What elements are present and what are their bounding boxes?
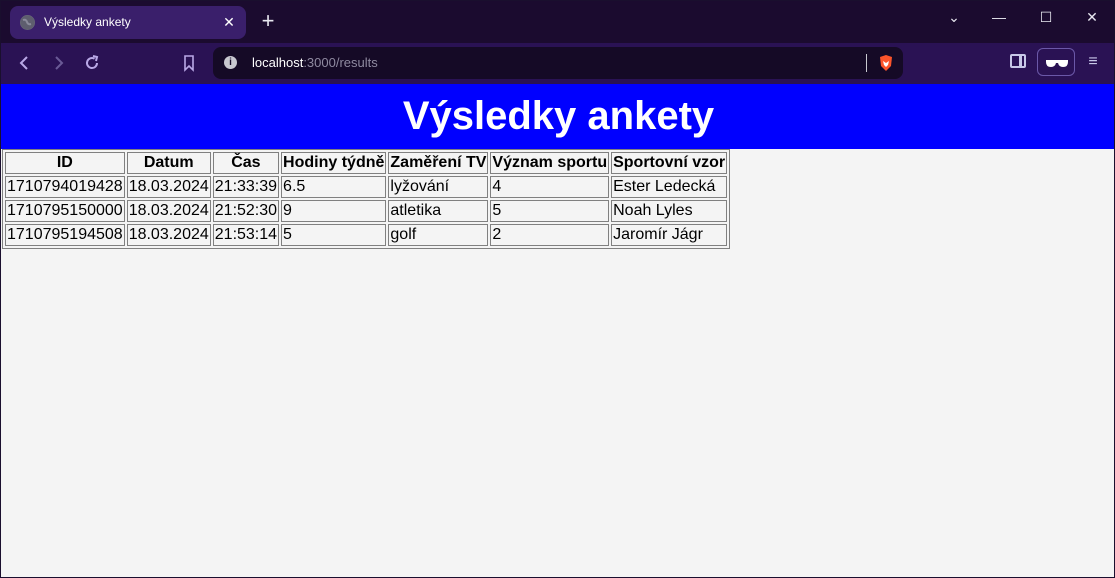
- col-header-vzor: Sportovní vzor: [611, 152, 728, 174]
- globe-icon: [20, 15, 35, 30]
- menu-icon[interactable]: ≡: [1085, 53, 1101, 71]
- cell-hodiny: 9: [281, 200, 387, 222]
- brave-shields-icon[interactable]: [878, 54, 894, 72]
- address-toolbar: i localhost:3000/results: [1, 43, 1114, 84]
- col-header-vyznam: Význam sportu: [490, 152, 610, 174]
- back-button[interactable]: [15, 53, 35, 73]
- cell-cas: 21:52:30: [212, 200, 280, 222]
- table-header-row: ID Datum Čas Hodiny týdně Zaměření TV Vý…: [5, 152, 728, 174]
- cell-datum: 18.03.2024: [126, 176, 211, 198]
- tab-vysledky[interactable]: Výsledky ankety ✕: [10, 6, 246, 39]
- cell-hodiny: 5: [281, 224, 387, 246]
- cell-zamereni: golf: [388, 224, 489, 246]
- page-title: Výsledky ankety: [402, 94, 715, 138]
- cell-datum: 18.03.2024: [126, 224, 211, 246]
- glasses-icon: [1046, 60, 1068, 67]
- forward-button[interactable]: [48, 53, 68, 73]
- forward-arrow-icon: [55, 56, 64, 70]
- cell-cas: 21:33:39: [212, 176, 280, 198]
- cell-id: 1710794019428: [5, 176, 125, 198]
- url-separator: [866, 54, 867, 72]
- site-info-icon[interactable]: i: [224, 56, 237, 69]
- page-header: Výsledky ankety: [1, 84, 1114, 149]
- cell-id: 1710795150000: [5, 200, 125, 222]
- new-tab-button[interactable]: +: [257, 10, 279, 32]
- cell-vyznam: 4: [490, 176, 610, 198]
- col-header-datum: Datum: [126, 152, 211, 174]
- table-row: 1710795194508 18.03.2024 21:53:14 5 golf…: [5, 224, 728, 246]
- reload-button[interactable]: [82, 53, 102, 73]
- cell-vzor: Jaromír Jágr: [611, 224, 728, 246]
- minimize-button[interactable]: —: [984, 7, 1014, 27]
- col-header-hodiny: Hodiny týdně: [281, 152, 387, 174]
- cell-vzor: Ester Ledecká: [611, 176, 728, 198]
- url-bar[interactable]: i localhost:3000/results: [213, 47, 903, 79]
- bookmark-icon: [184, 55, 194, 72]
- sidebar-toggle-icon[interactable]: [1010, 54, 1026, 68]
- url-text: localhost:3000/results: [252, 55, 378, 70]
- results-table: ID Datum Čas Hodiny týdně Zaměření TV Vý…: [2, 149, 731, 249]
- cell-id: 1710795194508: [5, 224, 125, 246]
- back-arrow-icon: [19, 56, 28, 70]
- cell-hodiny: 6.5: [281, 176, 387, 198]
- close-window-button[interactable]: ✕: [1077, 7, 1107, 27]
- tab-title: Výsledky ankety: [44, 15, 131, 29]
- col-header-cas: Čas: [212, 152, 280, 174]
- extension-button[interactable]: [1037, 48, 1075, 76]
- tab-close-icon[interactable]: ✕: [220, 13, 238, 31]
- table-row: 1710794019428 18.03.2024 21:33:39 6.5 ly…: [5, 176, 728, 198]
- maximize-button[interactable]: ☐: [1031, 7, 1061, 27]
- cell-zamereni: atletika: [388, 200, 489, 222]
- table-row: 1710795150000 18.03.2024 21:52:30 9 atle…: [5, 200, 728, 222]
- cell-cas: 21:53:14: [212, 224, 280, 246]
- cell-vzor: Noah Lyles: [611, 200, 728, 222]
- cell-vyznam: 2: [490, 224, 610, 246]
- page-content: Výsledky ankety ID Datum Čas Hodiny týdn…: [1, 84, 1114, 577]
- reload-icon: [86, 55, 99, 69]
- cell-vyznam: 5: [490, 200, 610, 222]
- url-host: localhost: [252, 55, 304, 70]
- col-header-id: ID: [5, 152, 125, 174]
- tab-bar: Výsledky ankety ✕ + ⌄ — ☐ ✕: [1, 1, 1114, 43]
- bookmark-button[interactable]: [179, 53, 199, 73]
- tab-search-chevron-icon[interactable]: ⌄: [939, 7, 969, 27]
- cell-zamereni: lyžování: [388, 176, 489, 198]
- url-path: :3000/results: [303, 55, 378, 70]
- col-header-zamereni: Zaměření TV: [388, 152, 489, 174]
- cell-datum: 18.03.2024: [126, 200, 211, 222]
- browser-window: Výsledky ankety ✕ + ⌄ — ☐ ✕ i localhost:…: [0, 0, 1115, 578]
